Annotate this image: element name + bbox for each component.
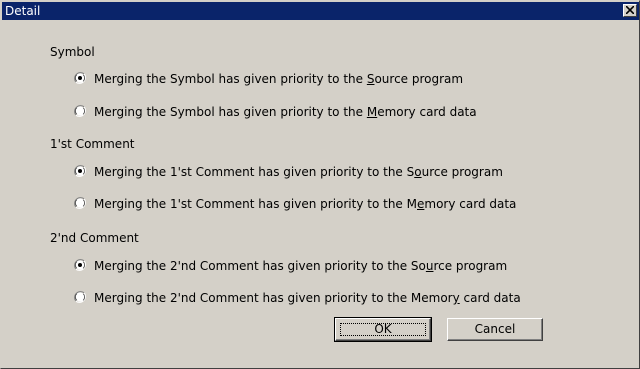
close-button[interactable]	[623, 4, 637, 17]
ok-button[interactable]: OK	[334, 317, 432, 342]
radio-label: Merging the Symbol has given priority to…	[94, 72, 464, 86]
radio-button[interactable]	[74, 165, 86, 177]
group-label-symbol: Symbol	[50, 45, 95, 59]
title-bar[interactable]: Detail	[2, 2, 639, 20]
ok-button-label: OK	[374, 322, 392, 336]
group-label-1st-comment: 1'st Comment	[50, 137, 135, 151]
radio-label: Merging the Symbol has given priority to…	[94, 105, 477, 119]
radio-button[interactable]	[74, 197, 86, 209]
radio-button[interactable]	[74, 259, 86, 271]
radio-button[interactable]	[74, 291, 86, 303]
radio-label: Merging the 2'nd Comment has given prior…	[94, 259, 508, 273]
group-label-2nd-comment: 2'nd Comment	[50, 231, 139, 245]
cancel-button[interactable]: Cancel	[447, 318, 543, 341]
radio-label: Merging the 2'nd Comment has given prior…	[94, 291, 521, 305]
window-title: Detail	[5, 4, 41, 18]
radio-label: Merging the 1'st Comment has given prior…	[94, 197, 517, 211]
radio-label: Merging the 1'st Comment has given prior…	[94, 165, 503, 179]
radio-button[interactable]	[74, 105, 86, 117]
radio-button[interactable]	[74, 72, 86, 84]
detail-dialog: Detail Symbol Merging the Symbol has giv…	[0, 0, 640, 369]
cancel-button-label: Cancel	[474, 322, 516, 336]
close-icon	[626, 6, 634, 14]
